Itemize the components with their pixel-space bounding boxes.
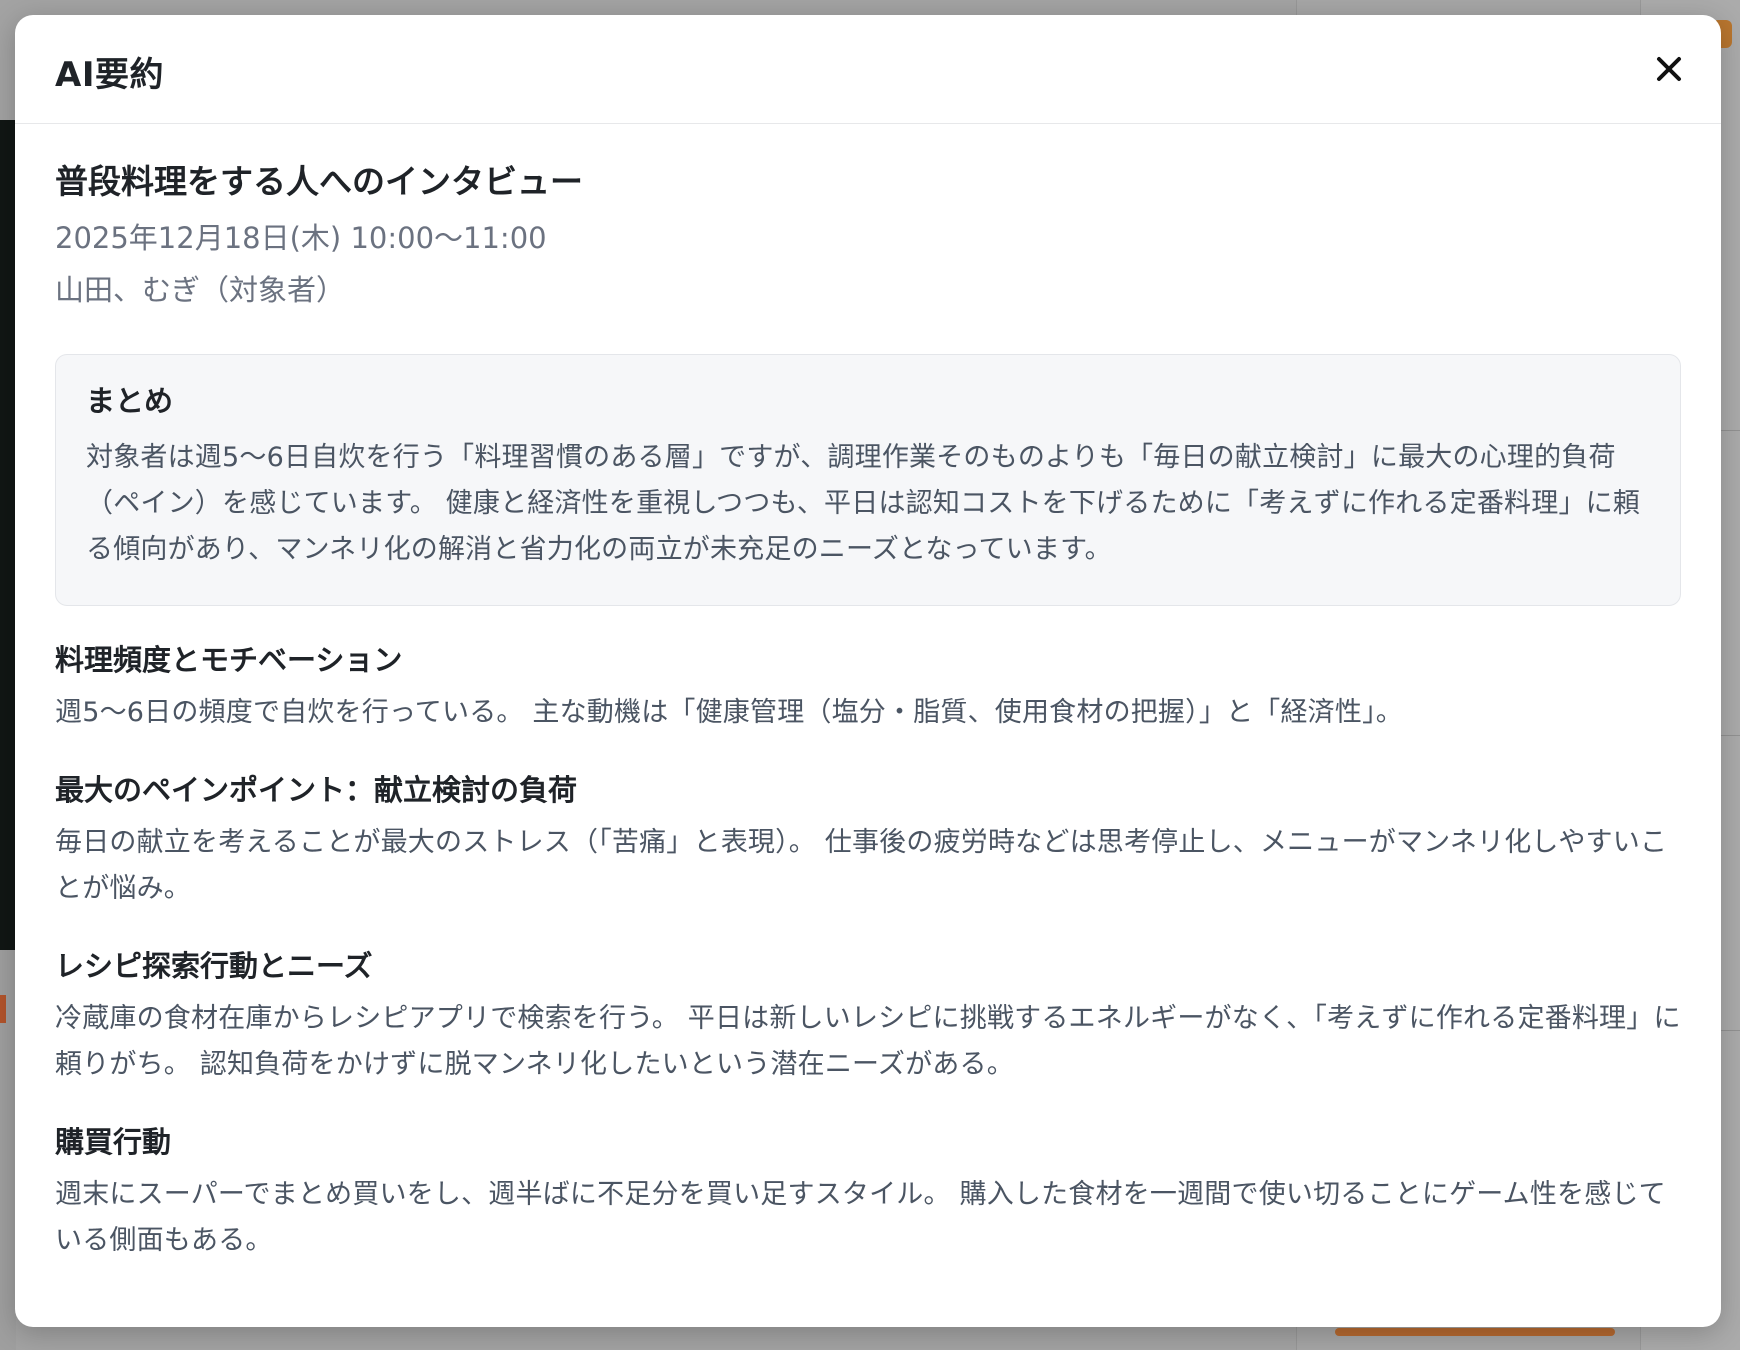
section-pain-point: 最大のペインポイント：献立検討の負荷 毎日の献立を考えることが最大のストレス（「…	[55, 770, 1681, 912]
backdrop-action-button	[1335, 1328, 1615, 1336]
section-recipe-search: レシピ探索行動とニーズ 冷蔵庫の食材在庫からレシピアプリで検索を行う。 平日は新…	[55, 946, 1681, 1088]
backdrop-left-accent	[0, 995, 6, 1023]
backdrop-left-panel	[0, 120, 16, 950]
modal-header: AI要約	[15, 15, 1721, 124]
section-heading: レシピ探索行動とニーズ	[55, 949, 373, 983]
ai-summary-modal: AI要約 普段料理をする人へのインタビュー 2025年12月18日(木) 10:…	[15, 15, 1721, 1327]
summary-text: 対象者は週5〜6日自炊を行う「料理習慣のある層」ですが、調理作業そのものよりも「…	[86, 442, 1641, 565]
section-heading: 最大のペインポイント：献立検討の負荷	[55, 773, 578, 807]
section-purchase-behavior: 購買行動 週末にスーパーでまとめ買いをし、週半ばに不足分を買い足すスタイル。 購…	[55, 1122, 1681, 1264]
modal-body: 普段料理をする人へのインタビュー 2025年12月18日(木) 10:00〜11…	[15, 160, 1721, 1264]
interview-datetime: 2025年12月18日(木) 10:00〜11:00	[55, 221, 547, 255]
close-icon	[1657, 57, 1681, 81]
section-heading: 料理頻度とモチベーション	[55, 643, 403, 677]
close-button[interactable]	[1645, 45, 1693, 93]
interview-participants: 山田、むぎ（対象者）	[55, 273, 346, 307]
summary-heading: まとめ	[86, 384, 174, 418]
section-cooking-frequency: 料理頻度とモチベーション 週5〜6日の頻度で自炊を行っている。 主な動機は「健康…	[55, 640, 1681, 736]
modal-title: AI要約	[55, 55, 164, 95]
section-text: 週5〜6日の頻度で自炊を行っている。 主な動機は「健康管理（塩分・脂質、使用食材…	[55, 697, 1403, 728]
interview-title: 普段料理をする人へのインタビュー	[55, 162, 583, 201]
section-heading: 購買行動	[55, 1125, 172, 1159]
section-text: 毎日の献立を考えることが最大のストレス（「苦痛」と表現）。 仕事後の疲労時などは…	[55, 827, 1668, 904]
summary-box: まとめ 対象者は週5〜6日自炊を行う「料理習慣のある層」ですが、調理作業そのもの…	[55, 354, 1681, 606]
section-text: 週末にスーパーでまとめ買いをし、週半ばに不足分を買い足すスタイル。 購入した食材…	[55, 1179, 1666, 1256]
section-text: 冷蔵庫の食材在庫からレシピアプリで検索を行う。 平日は新しいレシピに挑戦するエネ…	[55, 1003, 1681, 1080]
